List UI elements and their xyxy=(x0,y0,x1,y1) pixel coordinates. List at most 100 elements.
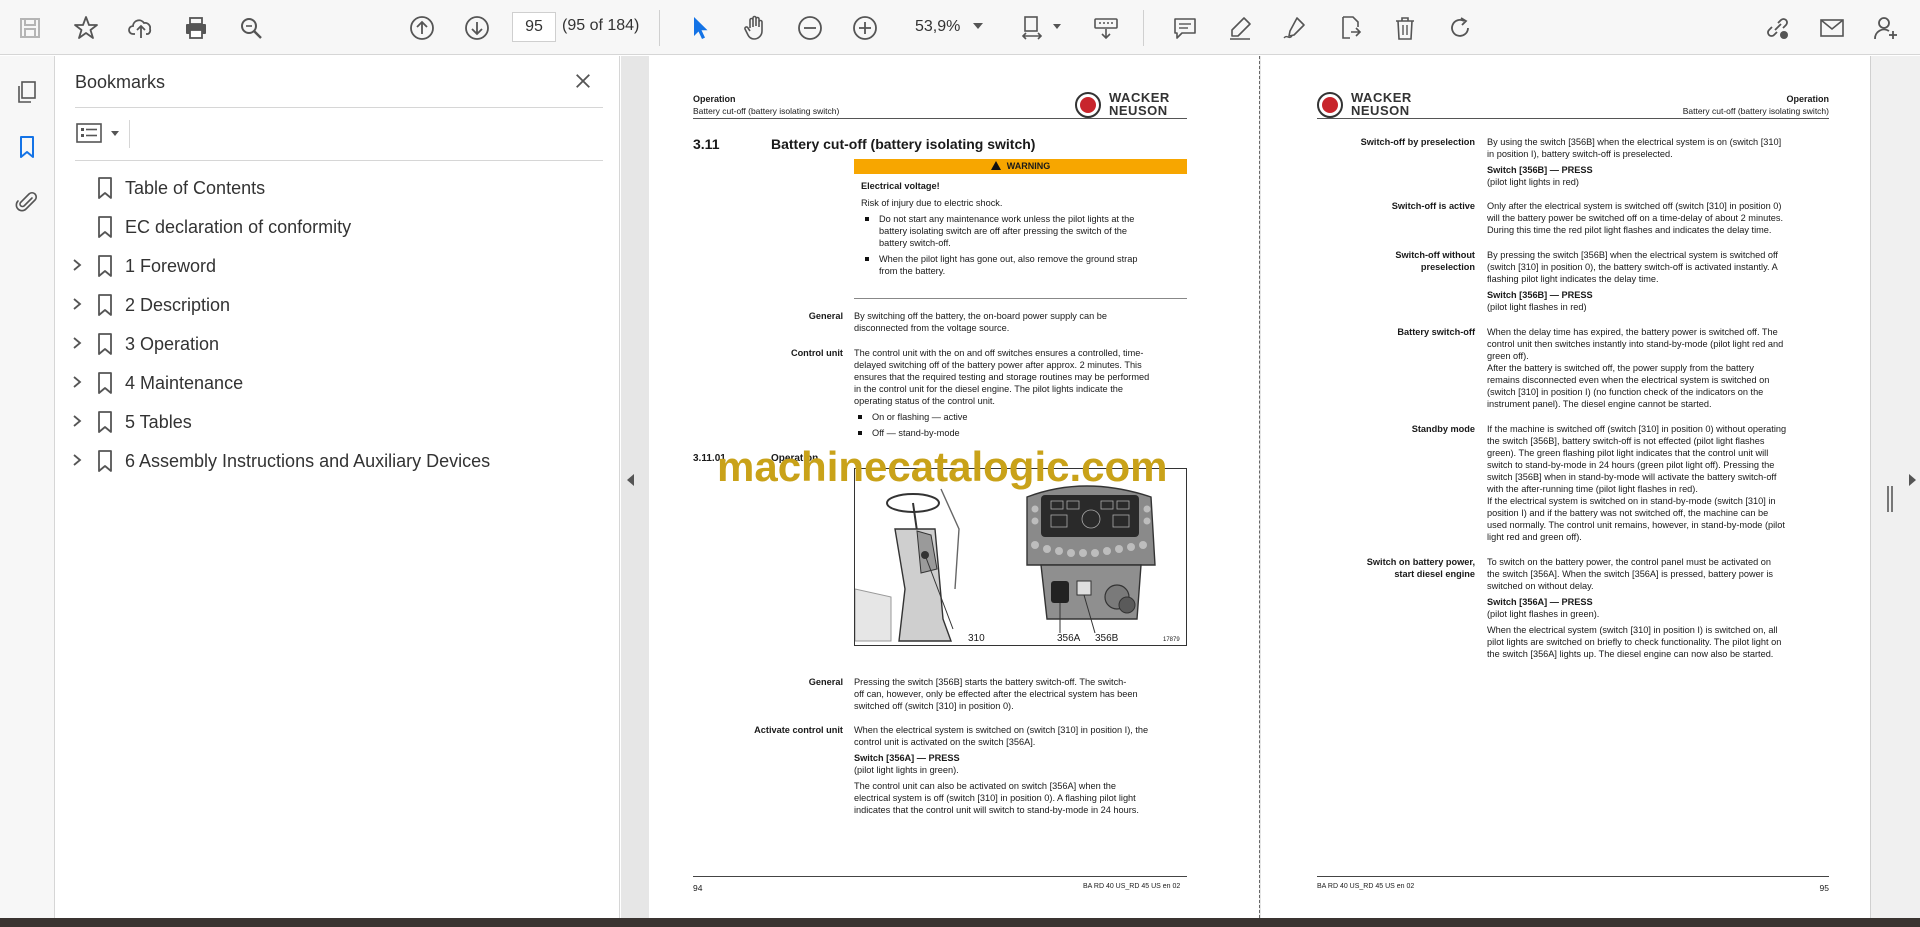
scroll-mode-button[interactable] xyxy=(1086,8,1126,48)
account-button[interactable] xyxy=(1866,8,1906,48)
chevron-down-icon xyxy=(111,131,119,136)
hand-tool-button[interactable] xyxy=(735,8,775,48)
expand-right-panel-arrow-icon[interactable] xyxy=(1909,474,1916,486)
body-text-line: During this time the red pilot light fla… xyxy=(1487,225,1772,235)
body-text-line: delayed switching off of the battery pow… xyxy=(854,360,1142,370)
watermark-text: machinecatalogic.com xyxy=(717,443,1168,490)
running-header-section: Operation xyxy=(1786,94,1829,104)
bookmark-item[interactable]: Table of Contents xyxy=(56,168,620,207)
body-text-line: green off). xyxy=(1487,351,1529,361)
rotate-button[interactable] xyxy=(1440,8,1480,48)
hand-icon xyxy=(744,15,763,40)
select-tool-button[interactable] xyxy=(680,8,720,48)
body-text-line: pilot lights are switched on briefly to … xyxy=(1487,637,1782,647)
bookmark-item[interactable]: 2 Description xyxy=(56,285,620,324)
close-panel-button[interactable] xyxy=(568,66,598,96)
envelope-icon xyxy=(1820,19,1844,37)
taskbar-strip xyxy=(0,918,1920,927)
zoom-level-value: 53,9% xyxy=(915,18,961,35)
zoom-level-select[interactable]: 53,9% xyxy=(905,12,987,42)
brand-name-line2: NEUSON xyxy=(1351,103,1410,118)
print-button[interactable] xyxy=(176,8,216,48)
bookmark-icon xyxy=(98,216,112,238)
bookmark-item[interactable]: 6 Assembly Instructions and Auxiliary De… xyxy=(56,441,620,480)
margin-label-standby-mode: Standby mode xyxy=(1411,424,1475,434)
email-button[interactable] xyxy=(1812,8,1852,48)
chevron-right-icon[interactable] xyxy=(70,336,84,350)
panel-divider xyxy=(129,120,130,148)
next-page-button[interactable] xyxy=(457,8,497,48)
chevron-right-icon[interactable] xyxy=(70,453,84,467)
bookmark-options-button[interactable] xyxy=(75,118,123,148)
collapse-panel-arrow-icon[interactable] xyxy=(627,474,634,486)
page-thumbnails-button[interactable] xyxy=(9,74,45,110)
delete-button[interactable] xyxy=(1385,8,1425,48)
bookmarks-panel-button[interactable] xyxy=(9,129,45,165)
document-page-95: WACKER NEUSON Operation Battery cut-off … xyxy=(1261,56,1871,918)
chevron-down-icon xyxy=(973,23,983,29)
body-text-line: used normally. The control unit remains,… xyxy=(1487,520,1785,530)
body-text-line: switch [356B] when in stand-by-mode will… xyxy=(1487,472,1777,482)
body-text-line: Pressing the switch [356B] starts the ba… xyxy=(854,677,1127,687)
bookmark-item[interactable]: 3 Operation xyxy=(56,324,620,363)
operator-console-illustration xyxy=(855,485,1156,642)
chevron-right-icon[interactable] xyxy=(70,375,84,389)
chevron-right-icon[interactable] xyxy=(70,297,84,311)
chevron-down-icon[interactable] xyxy=(1053,24,1061,29)
margin-label-switch-off-active: Switch-off is active xyxy=(1391,201,1475,211)
attachments-button[interactable] xyxy=(9,184,45,220)
bookmark-item[interactable]: EC declaration of conformity xyxy=(56,207,620,246)
zoom-in-button[interactable] xyxy=(845,8,885,48)
body-text-line: Only after the electrical system is swit… xyxy=(1487,201,1782,211)
body-text-line: control unit is activated on the switch … xyxy=(854,737,1036,747)
figure-controls: 310 356A 356B 17879 xyxy=(854,468,1187,646)
comment-button[interactable] xyxy=(1165,8,1205,48)
warning-bullet-line: battery isolating switch are off after p… xyxy=(879,226,1128,236)
bookmark-item[interactable]: 4 Maintenance xyxy=(56,363,620,402)
arrow-up-circle-icon xyxy=(410,16,434,40)
share-link-button[interactable] xyxy=(1757,8,1797,48)
body-text-line: the switch [356A] lights up. The diesel … xyxy=(1487,649,1774,659)
panel-divider xyxy=(75,107,603,108)
previous-page-button[interactable] xyxy=(402,8,442,48)
body-text-line: the switch [356A]. When the switch [356A… xyxy=(1487,569,1773,579)
bookmark-star-button[interactable] xyxy=(66,8,106,48)
warning-banner: WARNING xyxy=(854,159,1187,174)
body-text-line: the switch [356B], battery switch-off is… xyxy=(1487,436,1765,446)
save-button[interactable] xyxy=(10,8,50,48)
page-count: (95 of 184) xyxy=(562,17,640,34)
upload-button[interactable] xyxy=(121,8,161,48)
body-text-line: in position I), battery switch-off is pr… xyxy=(1487,149,1673,159)
document-view[interactable]: Operation Battery cut-off (battery isola… xyxy=(621,56,1920,918)
scrollbar-handle[interactable] xyxy=(1887,486,1893,512)
zoom-search-icon xyxy=(241,18,262,39)
body-text-line: ensures that the required testing and st… xyxy=(854,372,1150,382)
bullet-item: On or flashing — active xyxy=(858,412,968,422)
body-text-line: operating status of the control unit. xyxy=(854,396,995,406)
figure-id: 17879 xyxy=(1163,637,1180,643)
right-side-panel xyxy=(1870,56,1920,918)
body-text-line: If the machine is switched off (switch [… xyxy=(1487,424,1787,434)
highlight-button[interactable] xyxy=(1220,8,1260,48)
trash-icon xyxy=(1396,17,1414,40)
instruction-note: (pilot light flashes in green). xyxy=(1487,609,1600,619)
instruction-note: (pilot light lights in red) xyxy=(1487,177,1579,187)
printer-icon xyxy=(186,17,206,39)
margin-label-battery-switch-off: Battery switch-off xyxy=(1397,327,1475,337)
brand-logo: WACKER NEUSON xyxy=(1075,90,1187,118)
bookmark-label: 2 Description xyxy=(125,295,231,315)
chevron-right-icon[interactable] xyxy=(70,258,84,272)
chevron-right-icon[interactable] xyxy=(70,414,84,428)
bookmark-item[interactable]: 1 Foreword xyxy=(56,246,620,285)
bookmark-item[interactable]: 5 Tables xyxy=(56,402,620,441)
page-number-input[interactable] xyxy=(512,12,556,42)
export-pdf-button[interactable] xyxy=(1330,8,1370,48)
page-fit-button[interactable] xyxy=(1013,8,1053,48)
zoom-out-button[interactable] xyxy=(790,8,830,48)
warning-triangle-icon xyxy=(990,161,1001,170)
bookmark-label: 5 Tables xyxy=(125,412,192,432)
find-button[interactable] xyxy=(231,8,271,48)
running-header-section: Operation xyxy=(693,94,736,104)
panel-divider xyxy=(75,160,603,161)
sign-button[interactable] xyxy=(1275,8,1315,48)
